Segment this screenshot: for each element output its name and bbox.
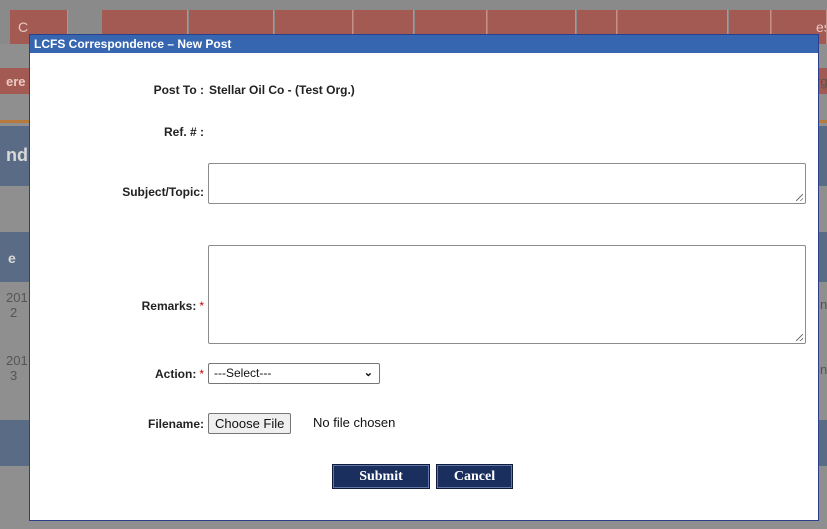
remarks-textarea[interactable] <box>208 245 806 344</box>
file-status: No file chosen <box>313 415 396 430</box>
background-text: 3 <box>10 368 18 383</box>
dialog-title: LCFS Correspondence – New Post <box>30 35 818 53</box>
post-to-label: Post To : <box>153 83 204 97</box>
post-to-value: Stellar Oil Co - (Test Org.) <box>209 83 355 97</box>
required-marker: * <box>199 299 204 313</box>
background-text: nd <box>6 145 28 165</box>
background-text: 201 <box>6 353 28 368</box>
choose-file-button[interactable]: Choose File <box>208 413 292 434</box>
action-select-value: ---Select--- <box>214 366 272 380</box>
background-tab-label: C <box>18 19 29 35</box>
action-select[interactable]: ---Select--- ⌄ <box>208 363 380 384</box>
action-label: Action: * <box>155 367 204 381</box>
background-text: ere <box>6 74 26 89</box>
background-tab-label: es <box>816 19 826 35</box>
background-text: n <box>820 297 827 312</box>
ref-label: Ref. # : <box>163 125 204 139</box>
background-text: n <box>820 362 827 377</box>
background-text: 201 <box>6 290 28 305</box>
filename-label: Filename: <box>147 417 204 431</box>
subject-label: Subject/Topic: <box>122 185 204 199</box>
background-text: e <box>8 250 16 266</box>
remarks-label: Remarks: * <box>142 299 204 313</box>
remarks-label-text: Remarks: <box>141 299 197 313</box>
new-post-dialog: LCFS Correspondence – New Post Post To :… <box>29 34 819 521</box>
required-marker: * <box>199 367 204 381</box>
cancel-button[interactable]: Cancel <box>436 464 513 489</box>
background-text: 2 <box>10 305 18 320</box>
resize-grip-icon[interactable] <box>796 194 803 201</box>
resize-grip-icon[interactable] <box>796 334 803 341</box>
action-label-text: Action: <box>155 367 197 381</box>
chevron-down-icon: ⌄ <box>363 367 373 379</box>
subject-input[interactable] <box>208 163 806 204</box>
submit-button[interactable]: Submit <box>332 464 430 489</box>
